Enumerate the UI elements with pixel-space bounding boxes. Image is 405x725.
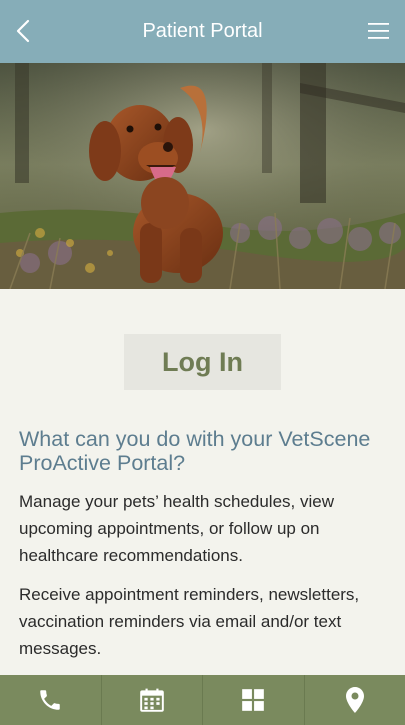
grid-icon	[242, 689, 265, 711]
portal-info-heading: What can you do with your VetScene ProAc…	[19, 427, 371, 475]
hamburger-menu-icon	[368, 23, 389, 39]
tab-location[interactable]	[305, 675, 405, 725]
login-button[interactable]: Log In	[124, 334, 281, 390]
main-content: Log In What can you do with your VetScen…	[0, 289, 405, 675]
info-paragraph-1: Manage your pets’ health schedules, view…	[19, 492, 334, 565]
menu-button[interactable]	[367, 20, 391, 42]
bottom-tab-bar	[0, 675, 405, 725]
phone-icon	[40, 690, 60, 710]
hero-image	[0, 63, 405, 289]
location-pin-icon	[345, 687, 364, 713]
back-button[interactable]	[12, 16, 34, 46]
app-header: Patient Portal	[0, 0, 405, 63]
page-title: Patient Portal	[142, 20, 263, 42]
tab-appointments[interactable]	[102, 675, 203, 725]
chevron-left-icon	[16, 19, 30, 43]
info-paragraph-2: Receive appointment reminders, newslette…	[19, 585, 360, 658]
dog-photo	[0, 63, 405, 289]
tab-call[interactable]	[0, 675, 102, 725]
calendar-icon	[139, 688, 164, 712]
tab-dashboard[interactable]	[203, 675, 305, 725]
